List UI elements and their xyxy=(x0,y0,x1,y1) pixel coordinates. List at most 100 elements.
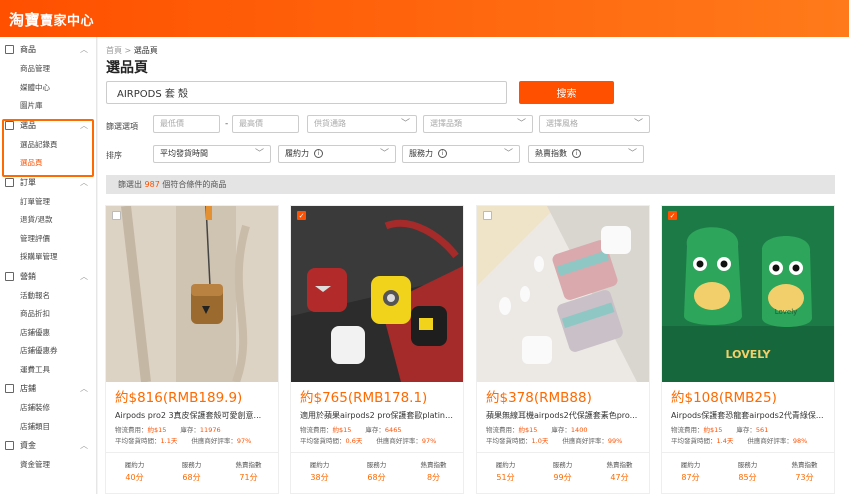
sidebar-item-order-manage[interactable]: 訂單管理 xyxy=(0,193,96,212)
card-divider xyxy=(662,452,834,453)
card-divider xyxy=(106,452,278,453)
sort-service-text: 服務力 xyxy=(409,149,433,158)
sort-time-text: 平均發貨時間 xyxy=(160,149,208,158)
sidebar-item-product-manage[interactable]: 商品管理 xyxy=(0,60,96,79)
score-value: 87分 xyxy=(681,473,700,482)
product-price: 約$765(RMB178.1) xyxy=(300,390,428,406)
breadcrumb-separator: > xyxy=(124,46,132,55)
style-select[interactable]: 選擇風格 ﹀ xyxy=(539,115,650,133)
sidebar-group-store[interactable]: 店鋪 ︿ xyxy=(0,379,96,399)
chevron-down-icon: ﹀ xyxy=(379,149,389,159)
score-service: 服務力 85分 xyxy=(719,459,776,483)
select-checkbox-checked[interactable]: ✓ xyxy=(668,211,677,220)
sidebar-item-store-offers[interactable]: 店鋪優惠 xyxy=(0,324,96,343)
product-meta-row2: 平均發貨時間：1.1天 供應商好評率：97% xyxy=(115,435,251,445)
select-checkbox[interactable] xyxy=(483,211,492,220)
breadcrumb-home[interactable]: 首頁 xyxy=(106,46,122,55)
sidebar-item-shipping-tools[interactable]: 運費工具 xyxy=(0,361,96,380)
sidebar-item-store-decor[interactable]: 店鋪裝修 xyxy=(0,399,96,418)
product-price: 約$108(RMB25) xyxy=(671,390,777,406)
sidebar-item-image-library[interactable]: 圖片庫 xyxy=(0,97,96,116)
sidebar-item-reviews[interactable]: 管理評價 xyxy=(0,230,96,249)
sidebar-item-event-signup[interactable]: 活動報名 xyxy=(0,287,96,306)
channel-select[interactable]: 供貨通路 ﹀ xyxy=(307,115,417,133)
score-label: 熱賣指數 xyxy=(235,461,262,469)
product-name[interactable]: 適用於蘋果airpods2 pro保護套歐platins... xyxy=(300,410,456,421)
sort-service-select[interactable]: 服務力 i ﹀ xyxy=(402,145,520,163)
sidebar-item-media-center[interactable]: 媒體中心 xyxy=(0,79,96,98)
category-select[interactable]: 選擇品類 ﹀ xyxy=(423,115,533,133)
score-label: 履約力 xyxy=(309,461,330,469)
sidebar-item-purchase-orders[interactable]: 採購單管理 xyxy=(0,248,96,267)
product-image[interactable] xyxy=(291,206,463,382)
info-icon[interactable]: i xyxy=(438,149,447,158)
sidebar-item-store-coupons[interactable]: 店鋪優惠券 xyxy=(0,342,96,361)
product-name[interactable]: 蘋果無線耳機airpods2代保護套素色pro... xyxy=(486,410,642,421)
product-card[interactable]: 約$378(RMB88) 蘋果無線耳機airpods2代保護套素色pro... … xyxy=(476,205,650,494)
product-name[interactable]: Airpods保護套恐龍套airpods2代青綠保... xyxy=(671,410,827,421)
sort-performance-select[interactable]: 履約力 i ﹀ xyxy=(278,145,396,163)
product-image[interactable] xyxy=(477,206,649,382)
sidebar-item-returns[interactable]: 退貨/退款 xyxy=(0,211,96,230)
logo-main-text: 淘寶 xyxy=(9,11,41,29)
product-meta-row1: 物流費用：約$15 庫存：6465 xyxy=(300,424,401,434)
product-price: 約$378(RMB88) xyxy=(486,390,592,406)
info-icon[interactable]: i xyxy=(572,149,581,158)
sort-hot-select[interactable]: 熱賣指數 i ﹀ xyxy=(528,145,644,163)
search-input[interactable] xyxy=(106,81,507,104)
score-label: 熱賣指數 xyxy=(791,461,818,469)
score-label: 熱賣指數 xyxy=(420,461,447,469)
breadcrumb-current: 選品頁 xyxy=(133,46,158,55)
score-hot: 熱賣指數 47分 xyxy=(591,459,648,483)
product-price: 約$816(RMB189.9) xyxy=(115,390,243,406)
sidebar-item-product-discount[interactable]: 商品折扣 xyxy=(0,305,96,324)
score-service: 服務力 68分 xyxy=(348,459,405,483)
sidebar-item-store-categories[interactable]: 店鋪類目 xyxy=(0,418,96,437)
score-value: 73分 xyxy=(795,473,814,482)
score-value: 47分 xyxy=(610,473,629,482)
product-card[interactable]: 約$816(RMB189.9) Airpods pro2 3真皮保護套殼可愛創意… xyxy=(105,205,279,494)
sidebar-item-funds-manage[interactable]: 資金管理 xyxy=(0,456,96,475)
funds-icon xyxy=(5,441,14,450)
score-value: 68分 xyxy=(367,473,386,482)
shipping-label: 物流費用： xyxy=(671,426,704,434)
result-count-bar: 篩選出 987 個符合條件的商品 xyxy=(106,175,835,194)
select-checkbox-checked[interactable]: ✓ xyxy=(297,211,306,220)
price-max-field[interactable]: 最高價 xyxy=(232,115,299,133)
product-name[interactable]: Airpods pro2 3真皮保護套殼可愛創意... xyxy=(115,410,271,421)
product-card[interactable]: Lovely LOVELY ✓ 約$108(RMB25) Airpods保護套恐… xyxy=(661,205,835,494)
sidebar-group-label: 營銷 xyxy=(20,271,36,281)
product-image[interactable] xyxy=(106,206,278,382)
count-prefix: 篩選出 xyxy=(118,180,142,189)
taobao-logo[interactable]: 淘寶賣家中心 xyxy=(9,9,94,30)
chevron-up-icon: ︿ xyxy=(80,384,88,393)
shipping-label: 物流費用： xyxy=(300,426,333,434)
product-card[interactable]: ✓ 約$765(RMB178.1) 適用於蘋果airpods2 pro保護套歐p… xyxy=(290,205,464,494)
sidebar-group-funds[interactable]: 資金 ︿ xyxy=(0,436,96,456)
channel-select-text: 供貨通路 xyxy=(314,119,346,128)
shipping-label: 物流費用： xyxy=(115,426,148,434)
stock-label: 庫存： xyxy=(180,426,200,434)
shipping-value: 約$15 xyxy=(332,426,352,434)
sidebar-group-marketing[interactable]: 營銷 ︿ xyxy=(0,267,96,287)
delivery-label: 平均發貨時間： xyxy=(486,437,532,445)
product-image[interactable]: Lovely LOVELY xyxy=(662,206,834,382)
logo-sub-text: 賣家中心 xyxy=(40,14,95,29)
price-min-field[interactable]: 最低價 xyxy=(153,115,220,133)
chevron-up-icon: ︿ xyxy=(80,45,88,54)
count-suffix: 個符合條件的商品 xyxy=(162,180,227,189)
rating-label: 供應商好評率： xyxy=(747,437,793,445)
score-performance: 履約力 40分 xyxy=(106,459,163,483)
sort-time-select[interactable]: 平均發貨時間 ﹀ xyxy=(153,145,271,163)
search-button[interactable]: 搜索 xyxy=(519,81,614,104)
product-meta-row2: 平均發貨時間：1.0天 供應商好評率：99% xyxy=(486,435,622,445)
sort-performance-text: 履約力 xyxy=(285,149,309,158)
info-icon[interactable]: i xyxy=(314,149,323,158)
delivery-label: 平均發貨時間： xyxy=(115,437,161,445)
stock-label: 庫存： xyxy=(551,426,571,434)
count-value: 987 xyxy=(144,180,160,189)
select-checkbox[interactable] xyxy=(112,211,121,220)
score-value: 71分 xyxy=(239,473,258,482)
score-label: 服務力 xyxy=(181,461,202,469)
sidebar-group-products[interactable]: 商品 ︿ xyxy=(0,40,96,60)
